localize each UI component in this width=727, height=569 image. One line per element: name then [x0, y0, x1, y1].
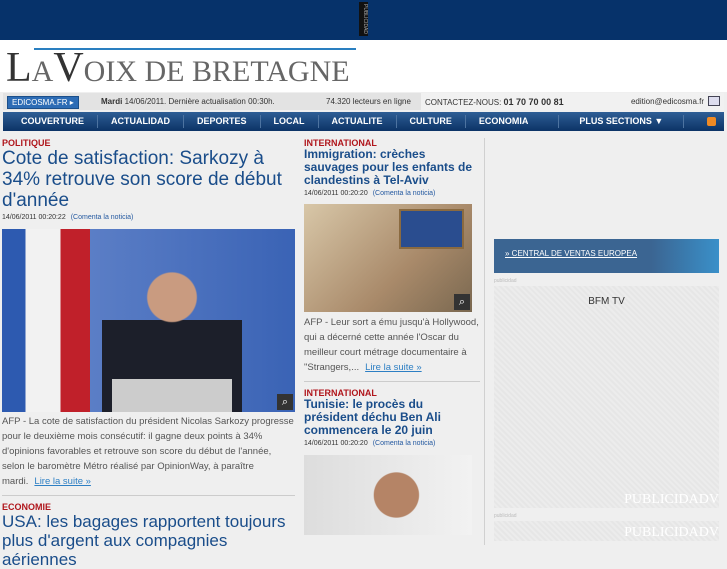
- zoom-icon[interactable]: ⌕: [277, 394, 293, 410]
- nav-plus-sections[interactable]: PLUS SECTIONS ▼: [559, 115, 685, 128]
- nav-actualidad[interactable]: ACTUALIDAD: [98, 115, 185, 128]
- central-ventas-link[interactable]: » CENTRAL DE VENTAS EUROPEA: [505, 249, 637, 258]
- article-date: 14/06/2011 00:20:20: [304, 440, 368, 447]
- nav-couverture[interactable]: COUVERTURE: [3, 115, 99, 128]
- logo-letter: L: [6, 45, 32, 91]
- nav-local[interactable]: LOCAL: [261, 115, 319, 128]
- ad-title: BFM TV: [588, 296, 625, 307]
- article-image[interactable]: ⌕: [304, 204, 472, 312]
- email-link[interactable]: edition@edicosma.fr: [631, 97, 704, 106]
- ad-watermark: PUBLICIDADV: [624, 525, 719, 540]
- readers-count: 74.320 lecteurs en ligne: [326, 97, 411, 106]
- article-date: 14/06/2011 00:20:22: [2, 214, 66, 221]
- article-meta: 14/06/2011 00:20:20 (Comenta la noticia): [304, 190, 480, 197]
- comment-link[interactable]: (Comenta la noticia): [71, 214, 134, 221]
- mail-icon[interactable]: [708, 96, 720, 106]
- logo-letter: A: [31, 55, 54, 88]
- comment-link[interactable]: (Comenta la noticia): [373, 190, 436, 197]
- column-divider: [484, 138, 485, 545]
- edicosma-link[interactable]: EDICOSMA.FR ▸: [7, 96, 79, 109]
- contact-area: CONTACTEZ-NOUS: 01 70 70 00 81 edition@e…: [421, 93, 724, 110]
- top-ad-label: PUBLICIDAD: [359, 2, 368, 36]
- ad-label: publicidad: [494, 278, 517, 284]
- site-logo[interactable]: LA VOIX DE BRETAGNE: [6, 44, 356, 92]
- main-column: POLITIQUE Cote de satisfaction: Sarkozy …: [2, 138, 295, 569]
- article-image[interactable]: [304, 455, 472, 535]
- comment-link[interactable]: (Comenta la noticia): [373, 440, 436, 447]
- nav-deportes[interactable]: DEPORTES: [184, 115, 261, 128]
- article-title[interactable]: Tunisie: le procès du président déchu Be…: [304, 398, 480, 437]
- nav-economia[interactable]: ECONOMIA: [466, 115, 560, 128]
- date-text: 14/06/2011. Dernière actualisation 00:30…: [124, 97, 275, 106]
- logo-letter: V: [53, 45, 84, 91]
- article-meta: 14/06/2011 00:20:20 (Comenta la noticia): [304, 440, 480, 447]
- article-category: POLITIQUE: [2, 138, 51, 148]
- nav-actualite[interactable]: ACTUALITE: [319, 115, 397, 128]
- article-summary: AFP - Leur sort a ému jusqu'à Hollywood,…: [304, 315, 480, 375]
- article-category: ECONOMIE: [2, 502, 52, 512]
- info-bar: EDICOSMA.FR ▸ Mardi 14/06/2011. Dernière…: [3, 93, 724, 110]
- article-meta: 14/06/2011 00:20:22 (Comenta la noticia): [2, 214, 295, 221]
- day: Mardi: [101, 97, 123, 106]
- date-info: Mardi 14/06/2011. Dernière actualisation…: [101, 97, 275, 106]
- sales-banner: » CENTRAL DE VENTAS EUROPEA: [494, 239, 719, 273]
- article-title[interactable]: USA: les bagages rapportent toujours plu…: [2, 512, 295, 569]
- article-title[interactable]: Immigration: crèches sauvages pour les e…: [304, 148, 480, 187]
- ad-label: publicidad: [494, 513, 517, 519]
- main-nav: COUVERTURE ACTUALIDAD DEPORTES LOCAL ACT…: [3, 112, 724, 131]
- divider: [304, 381, 480, 382]
- article-date: 14/06/2011 00:20:20: [304, 190, 368, 197]
- ad-watermark: PUBLICIDADV: [624, 492, 719, 507]
- ad-box[interactable]: PUBLICIDADV: [494, 521, 719, 541]
- read-more-link[interactable]: Lire la suite »: [365, 362, 422, 373]
- article-title[interactable]: Cote de satisfaction: Sarkozy à 34% retr…: [2, 148, 295, 211]
- divider: [2, 495, 295, 496]
- ad-box-bfm[interactable]: BFM TV PUBLICIDADV: [494, 286, 719, 508]
- rss-icon[interactable]: [707, 117, 716, 126]
- article-summary: AFP - La cote de satisfaction du préside…: [2, 414, 295, 489]
- phone: 01 70 70 00 81: [503, 97, 564, 107]
- article-image[interactable]: ⌕: [2, 229, 295, 412]
- logo-text: OIX DE BRETAGNE: [83, 55, 350, 88]
- contact-label: CONTACTEZ-NOUS:: [425, 98, 502, 107]
- nav-culture[interactable]: CULTURE: [397, 115, 466, 128]
- zoom-icon[interactable]: ⌕: [454, 294, 470, 310]
- middle-column: INTERNATIONAL Immigration: crèches sauva…: [304, 138, 480, 535]
- read-more-link[interactable]: Lire la suite »: [34, 476, 91, 487]
- header: LA VOIX DE BRETAGNE: [0, 40, 727, 92]
